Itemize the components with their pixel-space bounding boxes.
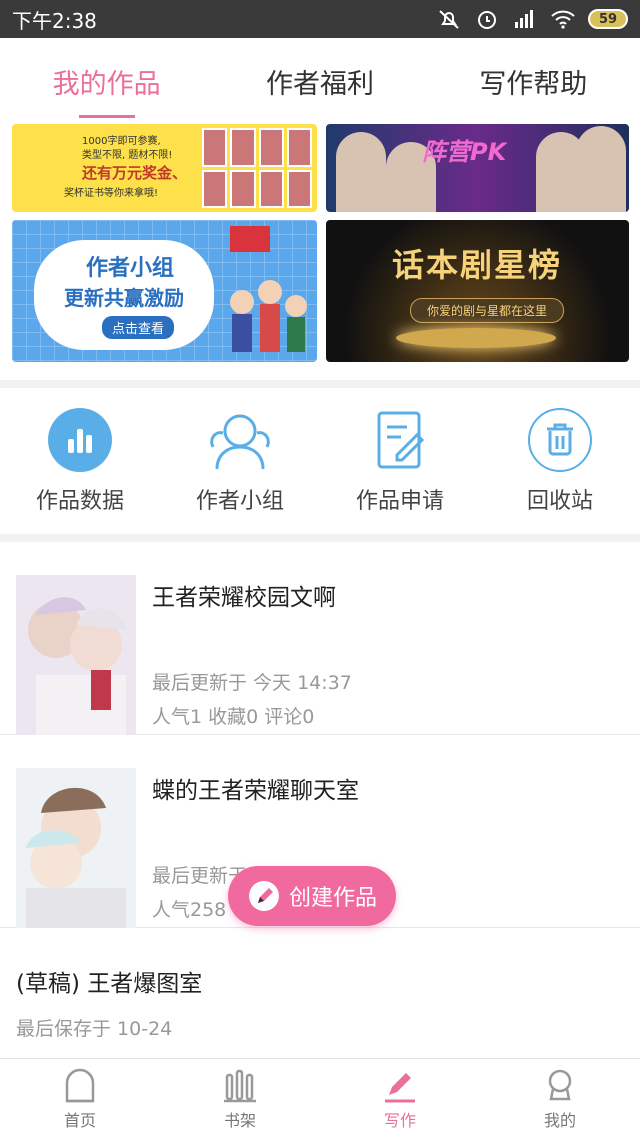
banner-grid: 1000字即可参赛, 类型不限, 题材不限! 还有万元奖金、 奖杯证书等你来拿哦… [0, 124, 640, 380]
draft-item[interactable]: (草稿) 王者爆图室 最后保存于 10-24 [0, 928, 640, 1058]
document-edit-icon [367, 407, 433, 473]
banner-title: 作者小组 [86, 256, 175, 281]
quick-action-label: 回收站 [526, 489, 593, 514]
stage-shape [396, 328, 556, 348]
nav-profile[interactable]: 我的 [480, 1059, 640, 1138]
home-icon [65, 1068, 95, 1102]
tab-label: 写作帮助 [479, 68, 588, 100]
photo-collage [202, 128, 312, 208]
work-title: 王者荣耀校园文啊 [152, 585, 336, 611]
nav-bookshelf[interactable]: 书架 [160, 1059, 320, 1138]
nav-label: 书架 [223, 1110, 256, 1130]
work-list: 王者荣耀校园文啊 最后更新于 今天 14:37 人气1 收藏0 评论0 蝶的王者… [0, 542, 640, 1058]
bottom-nav: 首页 书架 写作 我的 [0, 1058, 640, 1138]
banner-text: 奖杯证书等你来拿哦! [64, 188, 159, 199]
character-image [576, 126, 626, 212]
banner-text: 还有万元奖金、 [82, 164, 188, 182]
create-work-label: 创建作品 [288, 886, 377, 911]
draft-saved: 最后保存于 10-24 [16, 1018, 173, 1040]
banner-subtitle: 更新共赢激励 [64, 286, 184, 310]
banner-author-group[interactable]: 作者小组 更新共赢激励 点击查看 [12, 220, 317, 362]
tab-author-benefits[interactable]: 作者福利 [213, 38, 426, 124]
quick-action-work-apply[interactable]: 作品申请 [320, 388, 480, 534]
list-item[interactable]: 王者荣耀校园文啊 最后更新于 今天 14:37 人气1 收藏0 评论0 [0, 542, 640, 735]
group-icon [207, 407, 273, 473]
tab-label: 我的作品 [52, 68, 161, 100]
view-button[interactable]: 点击查看 [102, 316, 175, 339]
pencil-icon [248, 881, 279, 911]
create-work-button[interactable]: 创建作品 [228, 866, 396, 926]
status-bar: 下午2:38 59 [0, 0, 640, 38]
wifi-icon [551, 10, 575, 29]
nav-write[interactable]: 写作 [320, 1059, 480, 1138]
kids-illustration [230, 280, 307, 352]
nav-home[interactable]: 首页 [0, 1059, 160, 1138]
signal-icon [515, 10, 533, 28]
quick-action-label: 作品数据 [35, 489, 124, 514]
status-icons: 59 [436, 8, 628, 30]
work-title: 蝶的王者荣耀聊天室 [152, 778, 359, 804]
quick-action-label: 作品申请 [355, 489, 444, 514]
battery-level: 59 [598, 11, 618, 27]
banner-star-ranking[interactable]: 话本剧星榜 你爱的剧与星都在这里 [326, 220, 629, 362]
banner-title: 阵营PK [422, 138, 507, 166]
flag-icon [230, 226, 270, 252]
banner-subtitle: 你爱的剧与星都在这里 [410, 298, 565, 323]
mute-icon [439, 10, 459, 29]
draft-title: (草稿) 王者爆图室 [16, 971, 203, 997]
trash-icon [527, 407, 593, 473]
quick-action-label: 作者小组 [195, 489, 284, 514]
alarm-icon [478, 11, 496, 29]
bookshelf-icon [224, 1069, 256, 1102]
nav-label: 写作 [383, 1110, 416, 1130]
top-tabs: 我的作品 作者福利 写作帮助 [0, 38, 640, 124]
battery-icon: 59 [588, 9, 628, 29]
quick-action-author-group[interactable]: 作者小组 [160, 388, 320, 534]
cover-image [16, 768, 136, 928]
character-image [336, 132, 386, 212]
tab-my-works[interactable]: 我的作品 [0, 38, 213, 124]
banner-text: 类型不限, 题材不限! [82, 150, 173, 161]
status-time: 下午2:38 [12, 8, 97, 33]
quick-action-recycle-bin[interactable]: 回收站 [480, 388, 640, 534]
work-stats: 人气1 收藏0 评论0 [152, 706, 315, 728]
cover-image [16, 575, 136, 735]
tab-label: 作者福利 [265, 68, 374, 100]
work-updated: 最后更新于 今天 14:37 [152, 672, 352, 694]
nav-label: 首页 [63, 1110, 96, 1130]
bar-chart-icon [47, 407, 113, 473]
tab-writing-help[interactable]: 写作帮助 [427, 38, 640, 124]
banner-contest[interactable]: 1000字即可参赛, 类型不限, 题材不限! 还有万元奖金、 奖杯证书等你来拿哦… [12, 124, 317, 212]
pen-icon [385, 1072, 415, 1102]
nav-label: 我的 [543, 1110, 576, 1130]
work-stats: 人气258 [152, 899, 227, 921]
quick-actions: 作品数据 作者小组 作品申请 回收站 [0, 388, 640, 534]
banner-camp-pk[interactable]: 阵营PK [326, 124, 629, 212]
banner-text: 1000字即可参赛, [82, 136, 161, 147]
profile-icon [548, 1069, 572, 1100]
banner-title: 话本剧星榜 [392, 246, 563, 284]
quick-action-work-data[interactable]: 作品数据 [0, 388, 160, 534]
